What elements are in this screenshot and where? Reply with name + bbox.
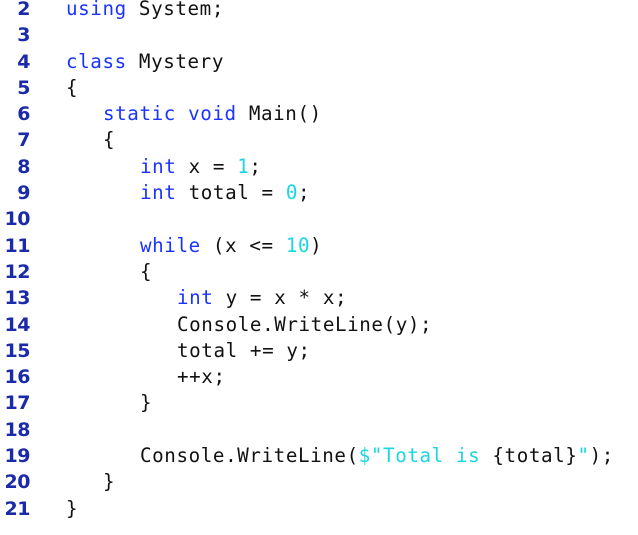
line-number: 7 (17, 129, 30, 152)
code-token: } (66, 496, 79, 520)
line-number: 4 (17, 50, 30, 73)
keyword-token: while (140, 233, 201, 257)
code-text: { (66, 75, 78, 101)
code-token: ; (249, 154, 262, 178)
keyword-token: static (103, 102, 176, 126)
code-text: int total = 0; (140, 180, 310, 206)
code-token: total += y; (177, 338, 311, 362)
code-line: 21} (0, 496, 638, 522)
literal-token: 1 (237, 154, 250, 178)
keyword-token: int (140, 181, 177, 205)
code-text: } (103, 469, 115, 495)
keyword-token: using (66, 0, 127, 20)
code-token: } (140, 391, 153, 415)
code-line: 7{ (0, 127, 638, 153)
line-number: 13 (4, 287, 31, 310)
code-line: 3 (0, 22, 638, 48)
code-text: Console.WriteLine(y); (177, 312, 432, 338)
line-number: 16 (4, 366, 31, 389)
keyword-token: int (140, 154, 177, 178)
code-token: total = (176, 181, 286, 205)
code-token: ); (589, 444, 614, 468)
code-text: ++x; (177, 364, 226, 390)
keyword-token: int (177, 286, 214, 310)
line-number: 21 (4, 497, 31, 520)
line-number: 3 (17, 24, 30, 47)
line-number: 14 (4, 313, 31, 336)
code-text: static void Main() (103, 101, 322, 127)
line-number: 8 (17, 155, 30, 178)
code-line: 4 class Mystery (0, 49, 638, 75)
keyword-token: class (66, 49, 127, 73)
line-number: 6 (17, 103, 30, 126)
literal-token: " (577, 444, 590, 468)
code-text: int y = x * x; (177, 285, 347, 311)
line-number: 20 (4, 471, 31, 494)
code-line: 20} (0, 469, 638, 495)
code-text: } (140, 390, 152, 416)
code-token: Mystery (126, 49, 224, 73)
line-number: 19 (4, 445, 31, 468)
code-text: while (x <= 10) (140, 233, 322, 259)
code-token: ++x; (177, 365, 226, 389)
code-token: Main() (236, 102, 322, 126)
line-number: 11 (4, 234, 31, 257)
code-line: 9 int total = 0; (0, 180, 638, 206)
code-token: { (140, 259, 153, 283)
line-number: 15 (4, 339, 31, 362)
code-token: Console.WriteLine( (140, 444, 359, 468)
code-line: 17} (0, 390, 638, 416)
code-line: 12 { (0, 259, 638, 285)
code-token: { (103, 128, 116, 152)
code-line: 15 total += y; (0, 338, 638, 364)
code-line: 6 static void Main() (0, 101, 638, 127)
line-number: 12 (4, 260, 31, 283)
line-number: 17 (4, 392, 31, 415)
code-text: } (66, 496, 78, 522)
literal-token: 0 (285, 181, 298, 205)
code-token: Console.WriteLine(y); (177, 312, 433, 336)
code-token: ; (298, 181, 311, 205)
code-listing: 2 using System; 3 4 class Mystery 5{6 static v… (0, 0, 638, 522)
code-token: } (103, 470, 116, 494)
code-text: Console.WriteLine($"Total is {total}"); (140, 443, 614, 469)
code-line: 16 ++x; (0, 364, 638, 390)
line-number: 5 (17, 76, 30, 99)
code-line: 14 Console.WriteLine(y); (0, 312, 638, 338)
code-token: ) (310, 233, 323, 257)
code-text: total += y; (177, 338, 311, 364)
code-line: 2 using System; (0, 0, 638, 22)
line-number: 2 (17, 0, 30, 20)
code-line: 19 Console.WriteLine($"Total is {total}")… (0, 443, 638, 469)
code-line: 8 int x = 1; (0, 154, 638, 180)
keyword-token: void (188, 102, 237, 126)
code-line: 18 (0, 417, 638, 443)
code-text: class Mystery (66, 49, 224, 75)
code-text: { (103, 127, 115, 153)
code-line: 5{ (0, 75, 638, 101)
code-line: 13 int y = x * x; (0, 285, 638, 311)
line-number: 18 (4, 418, 31, 441)
code-line: 11 while (x <= 10) (0, 233, 638, 259)
code-text: { (140, 259, 152, 285)
literal-token: 10 (285, 233, 311, 257)
code-token: x = (176, 154, 238, 178)
code-token: {total} (492, 444, 578, 468)
code-token: (x <= (200, 233, 286, 257)
line-number: 9 (17, 182, 30, 205)
code-line: 10 (0, 206, 638, 232)
code-token: y = x * x; (213, 286, 348, 310)
code-text: int x = 1; (140, 154, 262, 180)
code-token: System; (126, 0, 224, 20)
code-text: using System; (66, 0, 224, 22)
literal-token: $"Total is (358, 444, 493, 468)
line-number: 10 (4, 208, 31, 231)
code-token: { (66, 75, 79, 99)
